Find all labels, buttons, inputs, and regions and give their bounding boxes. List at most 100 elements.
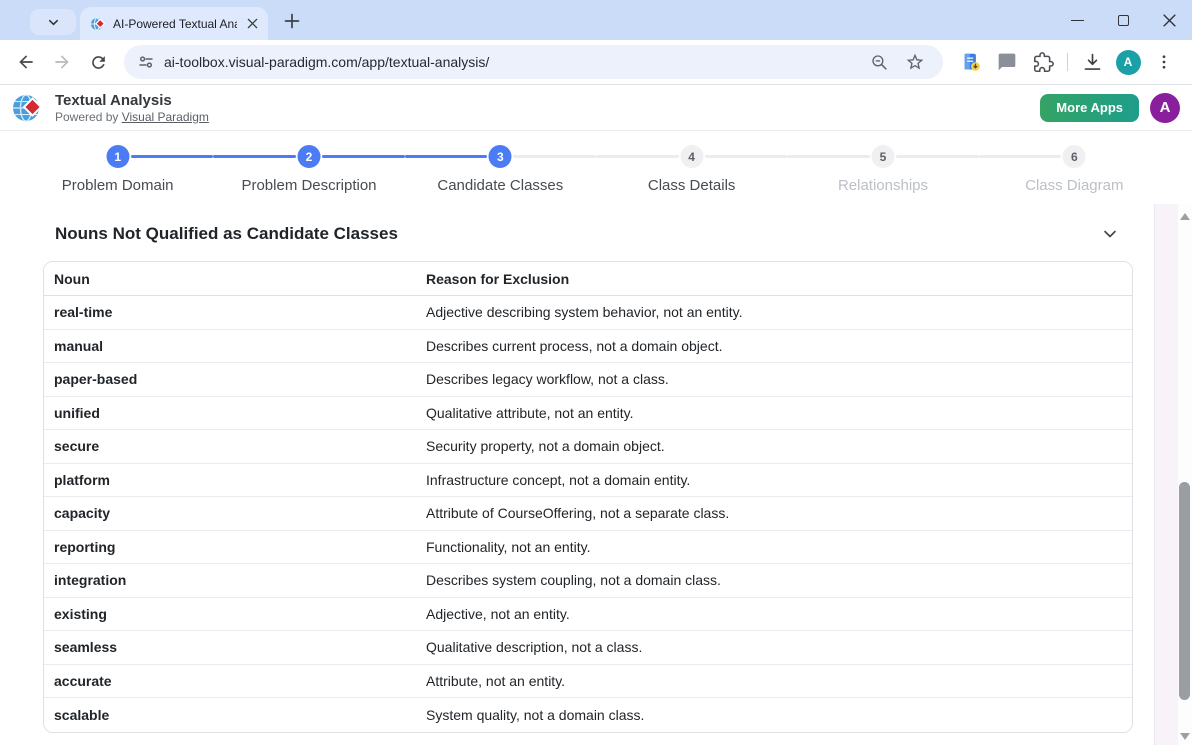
powered-by: Powered by Visual Paradigm xyxy=(55,110,209,124)
toolbar-divider xyxy=(1067,53,1068,71)
app-titles: Textual Analysis Powered by Visual Parad… xyxy=(55,92,209,124)
stepper-step-class-diagram[interactable]: 6 Class Diagram xyxy=(979,131,1170,205)
column-header-noun: Noun xyxy=(44,271,416,287)
step-number-badge: 3 xyxy=(489,145,512,168)
table-row: accurateAttribute, not an entity. xyxy=(44,665,1132,699)
collapse-chevron-icon[interactable] xyxy=(1102,226,1118,242)
step-number-badge: 1 xyxy=(106,145,129,168)
browser-profile-avatar[interactable]: A xyxy=(1113,47,1143,77)
site-settings-icon[interactable] xyxy=(138,54,154,70)
table-row: scalableSystem quality, not a domain cla… xyxy=(44,698,1132,732)
back-icon xyxy=(16,52,36,72)
user-avatar[interactable]: A xyxy=(1150,93,1180,123)
step-label: Class Diagram xyxy=(979,177,1170,194)
noun-cell: secure xyxy=(44,438,416,454)
stepper-step-problem-description[interactable]: 2Problem Description xyxy=(213,131,404,205)
step-connector xyxy=(705,155,788,158)
favicon-visual-paradigm-icon xyxy=(90,16,106,32)
page-scrollbar-track xyxy=(1154,204,1178,745)
stepper-step-candidate-classes[interactable]: 3 Candidate Classes xyxy=(405,131,596,205)
browser-toolbar: ai-toolbox.visual-paradigm.com/app/textu… xyxy=(0,40,1192,85)
noun-cell: reporting xyxy=(44,539,416,555)
scroll-up-arrow-icon[interactable] xyxy=(1180,213,1190,220)
noun-cell: integration xyxy=(44,572,416,588)
step-connector xyxy=(322,155,405,158)
visual-paradigm-link[interactable]: Visual Paradigm xyxy=(122,110,209,124)
visual-paradigm-logo-icon xyxy=(10,90,46,126)
table-row: reportingFunctionality, not an entity. xyxy=(44,531,1132,565)
zoom-out-indicator-icon[interactable] xyxy=(864,47,894,77)
reason-cell: Attribute of CourseOffering, not a separ… xyxy=(416,505,1132,521)
minimize-icon xyxy=(1071,20,1084,21)
profile-initial: A xyxy=(1116,50,1141,75)
step-connector xyxy=(596,155,679,158)
noun-cell: seamless xyxy=(44,639,416,655)
stepper-step-problem-domain[interactable]: 1Problem Domain xyxy=(22,131,213,205)
reload-icon xyxy=(89,53,108,72)
column-header-reason: Reason for Exclusion xyxy=(416,271,1132,287)
reason-cell: Attribute, not an entity. xyxy=(416,673,1132,689)
table-row: manualDescribes current process, not a d… xyxy=(44,330,1132,364)
url-text[interactable]: ai-toolbox.visual-paradigm.com/app/textu… xyxy=(164,54,861,70)
step-number-badge: 5 xyxy=(871,145,894,168)
tab-search-button[interactable] xyxy=(30,9,76,35)
reason-cell: Qualitative description, not a class. xyxy=(416,639,1132,655)
scroll-down-arrow-icon[interactable] xyxy=(1180,733,1190,740)
table-row: unifiedQualitative attribute, not an ent… xyxy=(44,397,1132,431)
step-label: Problem Description xyxy=(213,177,404,194)
forward-button[interactable] xyxy=(47,47,77,77)
reload-button[interactable] xyxy=(83,47,113,77)
bookmark-star-icon[interactable] xyxy=(900,47,930,77)
noun-cell: existing xyxy=(44,606,416,622)
browser-titlebar: AI-Powered Textual Analysis for xyxy=(0,0,1192,40)
maximize-button[interactable] xyxy=(1100,0,1146,40)
table-row: existingAdjective, not an entity. xyxy=(44,598,1132,632)
reason-cell: Functionality, not an entity. xyxy=(416,539,1132,555)
tab-close-icon[interactable] xyxy=(244,16,260,32)
browser-tab[interactable]: AI-Powered Textual Analysis for xyxy=(80,7,268,40)
step-label: Candidate Classes xyxy=(405,177,596,194)
exclusion-table: Noun Reason for Exclusion real-timeAdjec… xyxy=(43,261,1133,733)
table-row: seamlessQualitative description, not a c… xyxy=(44,631,1132,665)
step-connector xyxy=(896,155,979,158)
step-connector xyxy=(787,155,870,158)
more-apps-button[interactable]: More Apps xyxy=(1040,94,1139,122)
reason-cell: Describes system coupling, not a domain … xyxy=(416,572,1132,588)
step-connector xyxy=(979,155,1062,158)
reason-cell: Security property, not a domain object. xyxy=(416,438,1132,454)
kebab-menu-icon xyxy=(1155,53,1173,71)
step-number-badge: 4 xyxy=(680,145,703,168)
back-button[interactable] xyxy=(11,47,41,77)
stepper-step-class-details[interactable]: 4Class Details xyxy=(596,131,787,205)
app-title: Textual Analysis xyxy=(55,92,209,110)
reason-cell: Describes current process, not a domain … xyxy=(416,338,1132,354)
table-header-row: Noun Reason for Exclusion xyxy=(44,262,1132,296)
step-label: Relationships xyxy=(787,177,978,194)
noun-cell: scalable xyxy=(44,707,416,723)
minimize-button[interactable] xyxy=(1054,0,1100,40)
main-content: Nouns Not Qualified as Candidate Classes… xyxy=(0,205,1192,743)
stepper-step-relationships[interactable]: 5 Relationships xyxy=(787,131,978,205)
step-number-badge: 6 xyxy=(1063,145,1086,168)
app-header: Textual Analysis Powered by Visual Parad… xyxy=(0,85,1192,131)
comment-extension-icon[interactable] xyxy=(992,47,1022,77)
extension-doc-download-icon[interactable] xyxy=(956,47,986,77)
step-connector xyxy=(131,155,214,158)
scrollbar-thumb[interactable] xyxy=(1179,482,1190,700)
window-controls xyxy=(1054,0,1192,40)
downloads-button[interactable] xyxy=(1077,47,1107,77)
close-button[interactable] xyxy=(1146,0,1192,40)
address-bar[interactable]: ai-toolbox.visual-paradigm.com/app/textu… xyxy=(124,45,943,79)
close-icon xyxy=(1163,14,1176,27)
new-tab-button[interactable] xyxy=(281,10,303,32)
noun-cell: paper-based xyxy=(44,371,416,387)
reason-cell: System quality, not a domain class. xyxy=(416,707,1132,723)
browser-menu-button[interactable] xyxy=(1149,47,1179,77)
reason-cell: Infrastructure concept, not a domain ent… xyxy=(416,472,1132,488)
section-title: Nouns Not Qualified as Candidate Classes xyxy=(55,224,1102,244)
tab-title: AI-Powered Textual Analysis for xyxy=(113,17,237,31)
noun-cell: platform xyxy=(44,472,416,488)
noun-cell: manual xyxy=(44,338,416,354)
content-scrollbar[interactable] xyxy=(1178,204,1192,745)
extensions-puzzle-icon[interactable] xyxy=(1028,47,1058,77)
